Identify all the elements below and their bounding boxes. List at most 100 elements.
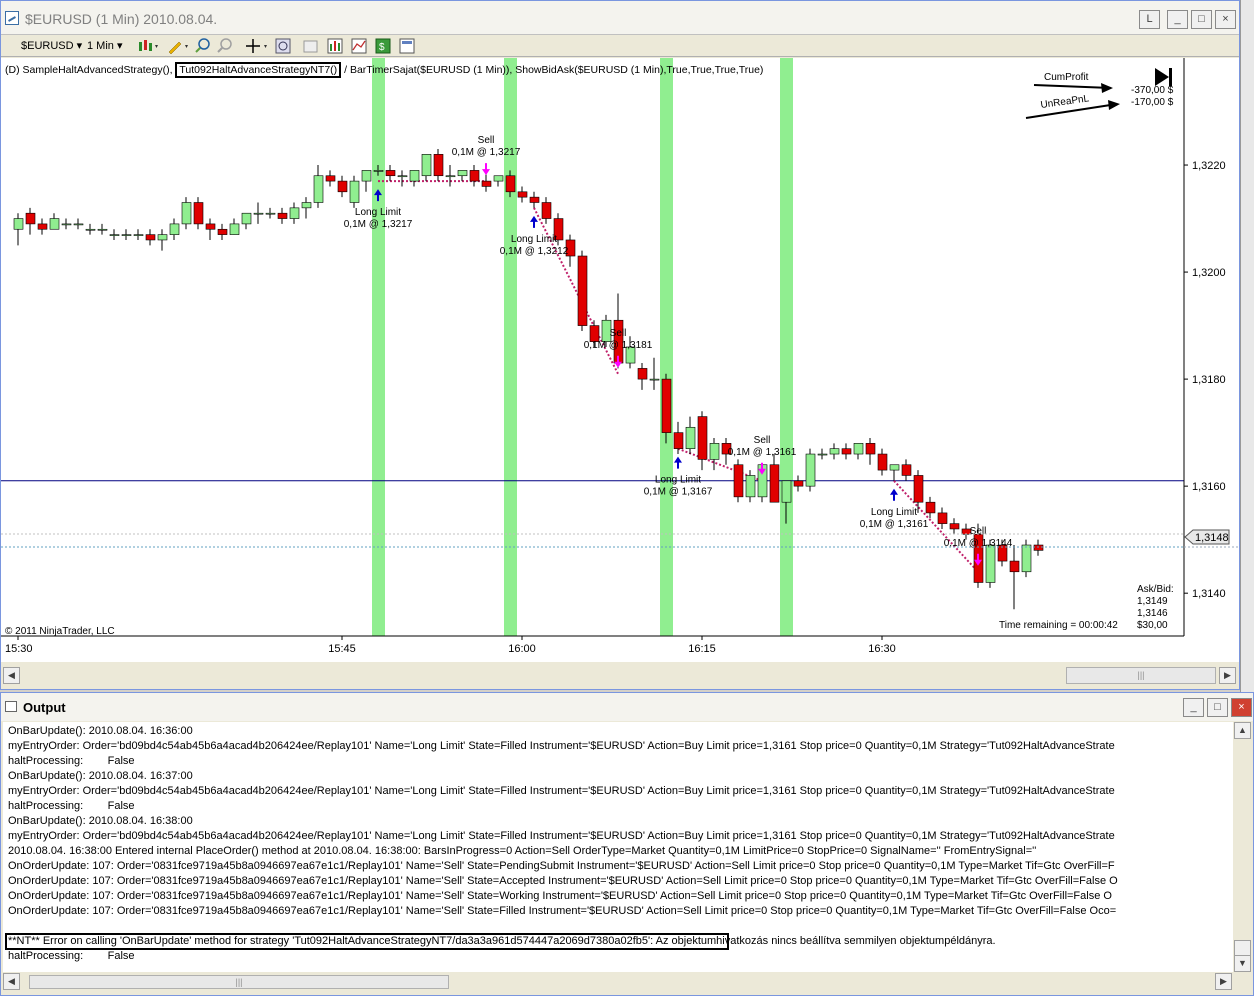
sell-label: Sell [610, 328, 627, 339]
period-selector[interactable]: 1 Min ▾ [87, 38, 123, 54]
price-chart[interactable]: Long Limit0,1M @ 1,3217Long Limit0,1M @ … [1, 58, 1239, 662]
y-tick-label: 1,3160 [1192, 481, 1226, 493]
instrument-selector[interactable]: $EURUSD ▾ [21, 38, 82, 54]
output-maximize-button[interactable]: □ [1207, 698, 1228, 717]
candle-body [361, 170, 372, 182]
sell-label: Sell [970, 526, 987, 537]
candle-body [1009, 560, 1020, 573]
zoom-in-icon[interactable] [195, 38, 211, 54]
crosshair-icon[interactable] [245, 38, 269, 54]
copyright: © 2011 NinjaTrader, LLC [5, 626, 115, 637]
scroll-down-arrow[interactable]: ▼ [1234, 955, 1251, 972]
data-box-icon[interactable] [303, 38, 319, 54]
candle-body [853, 443, 864, 455]
scroll-up-arrow[interactable]: ▲ [1234, 722, 1251, 739]
highlight-band [372, 58, 385, 636]
candle-body [253, 212, 264, 215]
strategies-icon[interactable] [351, 38, 367, 54]
output-line: myEntryOrder: Order='bd09bd4c54ab45b6a4a… [8, 740, 1115, 752]
indicator-prefix: (D) SampleHaltAdvancedStrategy(), [5, 64, 173, 76]
output-horizontal-scrollbar[interactable]: ◀ ||| ▶ [3, 973, 1233, 991]
chart-window-title: $EURUSD (1 Min) 2010.08.04. [25, 11, 218, 27]
output-close-button[interactable]: × [1231, 698, 1252, 717]
candle-body [985, 544, 996, 583]
candle-body [829, 448, 840, 455]
output-window: Output _ □ × OnBarUpdate(): 2010.08.04. … [0, 692, 1254, 996]
candle-body [745, 475, 756, 498]
output-line: OnOrderUpdate: 107: Order='0831fce9719a4… [8, 905, 1117, 917]
output-line: 2010.08.04. 16:38:00 Entered internal Pl… [8, 845, 1037, 857]
scrollbar-thumb[interactable]: ||| [29, 975, 449, 989]
indicators-icon[interactable] [327, 38, 343, 54]
output-vertical-scrollbar[interactable]: ▲ ▼ [1234, 722, 1251, 972]
candle-body [73, 223, 84, 226]
chevron-down-icon: ▾ [76, 40, 83, 52]
scroll-right-arrow[interactable]: ▶ [1215, 973, 1232, 990]
candle-body [505, 175, 516, 193]
y-tick-label: 1,3220 [1192, 160, 1226, 172]
highlight-band [660, 58, 673, 636]
candle-body [265, 212, 276, 215]
buy-label: Long Limit [871, 507, 917, 518]
cum-profit-label: CumProfit [1044, 72, 1089, 83]
chart-horizontal-scrollbar[interactable]: ◀ ||| ▶ [1, 664, 1239, 686]
scroll-left-arrow[interactable]: ◀ [3, 667, 20, 684]
output-minimize-button[interactable]: _ [1183, 698, 1204, 717]
candle-body [481, 180, 492, 187]
output-line: myEntryOrder: Order='bd09bd4c54ab45b6a4a… [8, 830, 1115, 842]
candle-body [937, 512, 948, 524]
candle-body [241, 212, 252, 225]
scrollbar-thumb[interactable]: ||| [1066, 667, 1216, 684]
output-line: OnBarUpdate(): 2010.08.04. 16:37:00 [8, 770, 193, 782]
sell-price-label: 0,1M @ 1,3161 [728, 447, 797, 458]
candle-body [637, 368, 648, 380]
bid-value: 1,3146 [1137, 608, 1168, 619]
candle-body [205, 223, 216, 230]
x-tick-label: 16:15 [688, 643, 716, 655]
close-button[interactable]: × [1215, 10, 1236, 29]
candle-body [433, 154, 444, 177]
candle-body [1033, 544, 1044, 551]
output-line: OnOrderUpdate: 107: Order='0831fce9719a4… [8, 860, 1115, 872]
spread-value: $30,00 [1137, 620, 1168, 631]
scroll-left-arrow[interactable]: ◀ [3, 973, 20, 990]
properties-icon[interactable] [275, 38, 291, 54]
y-tick-label: 1,3200 [1192, 267, 1226, 279]
buy-price-label: 0,1M @ 1,3161 [860, 519, 929, 530]
chevron-down-icon: ▾ [116, 40, 123, 52]
money-icon[interactable]: $ [375, 38, 391, 54]
candle-body [397, 175, 408, 178]
output-title: Output [23, 700, 66, 715]
candle-body [169, 223, 180, 235]
candle-body [1021, 544, 1032, 573]
candlestick-style-icon[interactable] [137, 38, 159, 54]
candle-body [193, 202, 204, 225]
candle-body [217, 228, 228, 235]
candle-body [457, 170, 468, 177]
minimize-button[interactable]: _ [1167, 10, 1188, 29]
candle-body [49, 218, 60, 230]
ask-value: 1,3149 [1137, 596, 1168, 607]
candle-body [781, 480, 792, 503]
link-button[interactable]: L [1139, 10, 1160, 29]
zoom-out-icon[interactable] [217, 38, 233, 54]
chart-panel[interactable]: Long Limit 0,1M @ 1,3217 Long Limit 0,1M @ … [1, 58, 1239, 662]
template-icon[interactable] [399, 38, 415, 54]
candle-body [337, 180, 348, 193]
candle-body [13, 218, 24, 230]
chart-titlebar[interactable]: $EURUSD (1 Min) 2010.08.04. L _ □ × [1, 1, 1239, 35]
candle-body [817, 453, 828, 456]
buy-price-label: 0,1M @ 1,3167 [644, 487, 713, 498]
unrea-pnl-value: -170,00 $ [1131, 97, 1174, 108]
x-tick-label: 15:45 [328, 643, 356, 655]
candle-body [949, 523, 960, 530]
output-line: OnBarUpdate(): 2010.08.04. 16:38:00 [8, 815, 193, 827]
candle-body [421, 154, 432, 177]
candle-body [349, 180, 360, 203]
maximize-button[interactable]: □ [1191, 10, 1212, 29]
pencil-draw-icon[interactable] [167, 38, 189, 54]
scroll-right-arrow[interactable]: ▶ [1219, 667, 1236, 684]
output-titlebar[interactable]: Output _ □ × [1, 693, 1253, 721]
output-text-area[interactable]: OnBarUpdate(): 2010.08.04. 16:36:00 myEnt… [3, 722, 1233, 972]
candle-body [445, 175, 456, 178]
